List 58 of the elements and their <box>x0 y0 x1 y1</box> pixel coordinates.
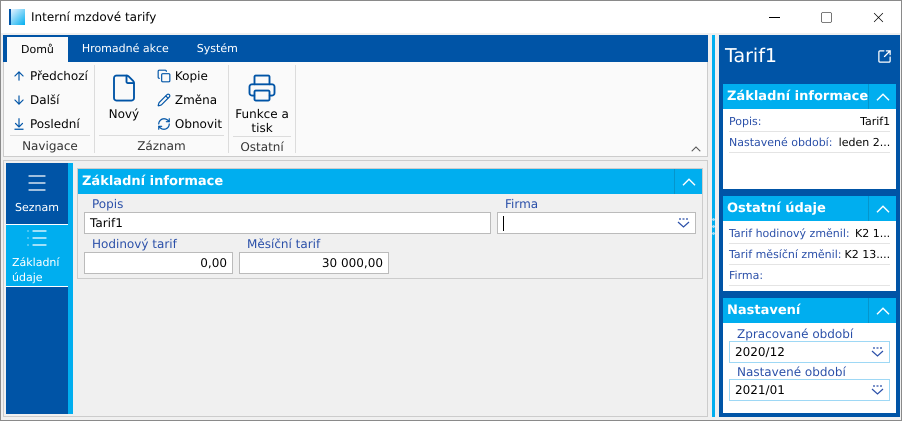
minimize-icon[interactable] <box>768 16 780 18</box>
ribbon-button[interactable]: Kopie <box>154 65 224 87</box>
dropdown-field[interactable] <box>497 212 696 234</box>
info-value: Tarif1 <box>860 115 890 128</box>
copy-icon <box>156 69 171 83</box>
input-field[interactable]: Tarif1 <box>84 212 491 234</box>
chevron-up-icon[interactable] <box>876 92 890 100</box>
field-label: Hodinový tarif <box>91 236 178 252</box>
input-field[interactable]: 0,00 <box>84 252 233 274</box>
section-title: Základní informace <box>727 89 868 104</box>
field-label: Měsíční tarif <box>246 236 322 252</box>
info-label: Tarif měsíční změnil: <box>729 248 842 261</box>
group-label: Ostatní <box>233 136 292 156</box>
group-label: Záznam <box>98 135 224 155</box>
dropdown-icon[interactable] <box>871 347 884 357</box>
ribbon-button[interactable]: Funkce a tisk <box>233 65 292 136</box>
group-label: Navigace <box>10 135 90 155</box>
dropdown-field[interactable]: 2020/12 <box>729 341 890 363</box>
app-logo-icon <box>9 9 25 25</box>
dropdown-icon[interactable] <box>677 218 690 228</box>
ribbon-tab[interactable]: Hromadné akce <box>68 35 183 62</box>
ribbon-button[interactable]: Změna <box>154 89 224 111</box>
info-value: K2 13.... <box>844 248 890 261</box>
ribbon-button[interactable]: Nový <box>98 65 149 135</box>
info-label: Nastavené období: <box>729 136 832 149</box>
field-label: Popis <box>91 196 124 212</box>
info-label: Tarif hodinový změnil: <box>729 227 850 240</box>
arrow-down-to-line-icon <box>12 117 26 131</box>
maximize-icon <box>820 10 832 24</box>
panel-title: Tarif1 <box>725 45 777 67</box>
input-field[interactable]: 30 000,00 <box>239 252 389 274</box>
ribbon-button[interactable]: Obnovit <box>154 113 224 135</box>
info-label: Popis: <box>729 115 762 128</box>
section-title: Nastavení <box>727 303 800 318</box>
refresh-icon <box>156 117 171 131</box>
chevron-up-icon[interactable] <box>682 178 696 186</box>
chevron-up-icon[interactable] <box>876 306 890 314</box>
pencil-icon <box>156 93 171 107</box>
info-label: Firma: <box>729 269 764 282</box>
info-value: leden 2... <box>838 136 890 149</box>
field-label: Nastavené období <box>736 364 847 379</box>
ribbon-tab[interactable]: Domů <box>7 37 68 62</box>
dropdown-field[interactable]: 2021/01 <box>729 379 890 401</box>
ribbon-button[interactable]: Další <box>10 89 90 111</box>
section-title: Základní informace <box>82 174 224 189</box>
ribbon-button[interactable]: Předchozí <box>10 65 90 87</box>
info-value: K2 1... <box>854 227 890 240</box>
field-label: Firma <box>504 196 540 212</box>
dropdown-icon[interactable] <box>871 385 884 395</box>
printer-icon <box>247 73 278 103</box>
field-label: Zpracované období <box>736 326 854 341</box>
ribbon-tab[interactable]: Systém <box>182 35 252 62</box>
ribbon-button[interactable]: Poslední <box>10 113 90 135</box>
window-title: Interní mzdové tarify <box>31 10 158 24</box>
collapse-ribbon-icon[interactable] <box>691 146 701 152</box>
section-title: Ostatní údaje <box>727 201 826 216</box>
chevron-up-icon[interactable] <box>876 204 890 212</box>
external-link-icon[interactable] <box>877 48 892 64</box>
